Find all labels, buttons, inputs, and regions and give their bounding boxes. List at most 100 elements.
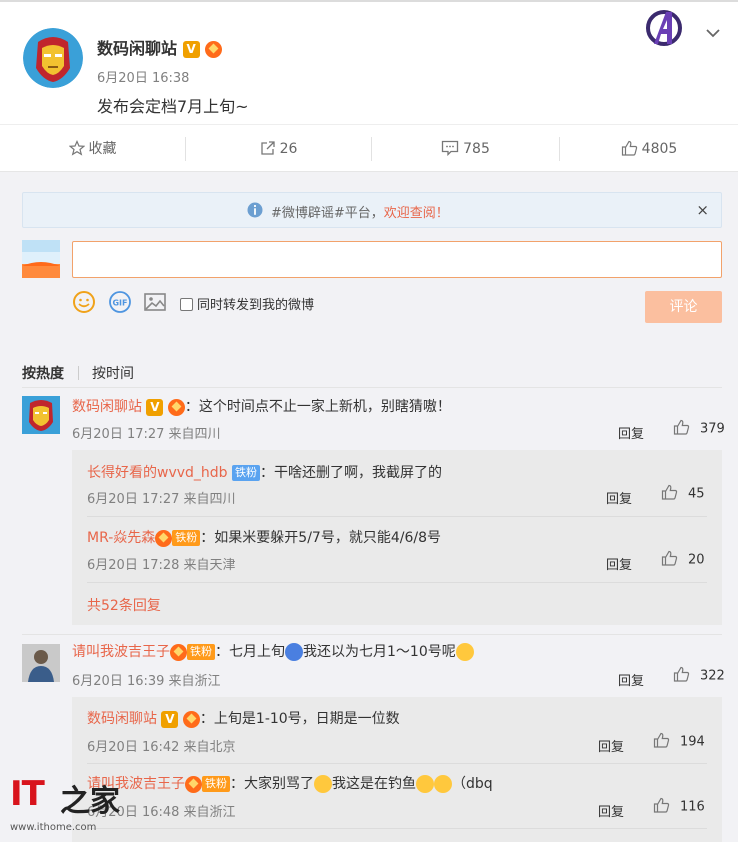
comment-author[interactable]: 数码闲聊站 [72,399,142,415]
comment-button[interactable]: 785 [372,125,559,173]
star-icon [68,140,85,156]
post-action-bar: 收藏 26 785 4805 [0,124,738,172]
reply-text: ：大家别骂了 [230,776,314,792]
info-icon [247,202,263,218]
close-icon[interactable]: × [696,201,709,219]
reply-meta: 6月20日 17:27 来自四川 [87,492,236,507]
reply-button[interactable]: 回复 [618,423,644,442]
thumbs-up-icon [673,666,690,682]
forward-checkbox[interactable]: 同时转发到我的微博 [180,294,314,313]
medal-icon [155,529,173,547]
reply-author[interactable]: 数码闲聊站 [87,711,157,727]
medal-icon [182,710,200,728]
ithome-url: www.ithome.com [10,822,97,833]
share-icon [260,141,275,155]
verified-badge: V [146,398,164,416]
post-time[interactable]: 6月20日 16:38 [97,67,189,86]
like-button[interactable]: 4805 [560,125,738,173]
doge-emoji-icon [416,775,434,793]
reply-button[interactable]: 回复 [598,736,624,755]
divider [87,582,707,583]
reply-like-button[interactable]: 20 [661,550,705,568]
iron-fan-badge: 铁粉 [202,776,230,792]
rumor-notice: #微博辟谣#平台，欢迎查阅！ × [22,192,722,228]
thumbs-up-icon [673,419,690,435]
favorite-button[interactable]: 收藏 [0,125,185,173]
reply-meta: 6月20日 16:42 来自北京 [87,740,236,755]
verified-badge: V [182,41,200,58]
forward-label: 同时转发到我的微博 [197,298,315,313]
comment-body: 请叫我波吉王子 铁粉 ：七月上旬 我还以为七月1～10号呢 [72,641,474,661]
reply-body: MR-焱先森 铁粉 ：如果米要躲开5/7号，就只能4/6/8号 [87,527,441,547]
verified-badge: V [161,710,179,728]
avengers-logo-icon [644,8,684,48]
comment-like-button[interactable]: 322 [673,666,725,684]
comment-meta: 6月20日 16:39 来自浙江 [72,674,221,689]
thumbs-up-icon [653,797,670,813]
post-text: 发布会定档7月上旬~ [97,97,249,116]
iron-fan-badge: 铁粉 [172,530,201,546]
reply-text-cont: 我这是在钓鱼 [332,776,416,792]
reply-button[interactable]: 回复 [618,670,644,689]
ithome-logo: IT [10,774,45,814]
checkbox-box[interactable] [180,298,193,311]
emoji-icon[interactable] [72,290,96,314]
reply-button[interactable]: 回复 [598,801,624,820]
comment-input[interactable] [72,241,722,278]
svg-text:GIF: GIF [112,299,127,308]
chevron-down-icon[interactable] [706,26,720,40]
medal-icon [170,643,187,661]
comment-icon [441,140,459,157]
comment-like-button[interactable]: 379 [673,419,725,437]
more-replies-link[interactable]: 共52条回复 [87,595,161,615]
sort-by-hot-tab[interactable]: 按热度 [22,363,64,383]
crying-emoji-icon [314,775,332,793]
divider [87,763,707,764]
crying-emoji-icon [455,643,474,661]
reply-box: 数码闲聊站 V ：上旬是1-10号，日期是一位数 6月20日 16:42 来自北… [72,697,722,842]
reply-like-button[interactable]: 45 [661,484,705,502]
divider [22,387,722,388]
divider [22,634,722,635]
repost-button[interactable]: 26 [186,125,371,173]
reply-button[interactable]: 回复 [606,488,632,507]
iron-fan-badge: 铁粉 [187,644,215,660]
divider [87,516,707,517]
my-avatar [22,240,60,278]
thumbs-up-icon [661,550,678,566]
reply-body: 请叫我波吉王子 铁粉 ：大家别骂了 我这是在钓鱼 （dbq [87,773,493,793]
reply-like-button[interactable]: 194 [653,732,705,750]
thumbs-up-icon [661,484,678,500]
author-avatar[interactable] [23,28,83,88]
comment-author[interactable]: 请叫我波吉王子 [72,644,170,660]
reply-body: 数码闲聊站 V ：上旬是1-10号，日期是一位数 [87,708,400,728]
sort-by-time-tab[interactable]: 按时间 [92,363,134,383]
reply-author[interactable]: MR-焱先森 [87,530,155,546]
top-divider [0,0,738,2]
ithome-logo-text: 之家 [60,784,120,819]
reply-text-tail: （dbq [452,776,493,792]
comment-text: ：这个时间点不止一家上新机，别瞎猜嗷！ [184,399,451,415]
reply-text: ：上旬是1-10号，日期是一位数 [199,711,400,727]
comment-text-cont: 我还以为七月1～10号呢 [303,644,456,660]
notice-link[interactable]: 欢迎查阅！ [384,206,449,221]
image-icon[interactable] [143,290,167,314]
thumbs-up-icon [653,732,670,748]
comment-text: ：七月上旬 [215,644,285,660]
thumbs-up-icon [621,140,637,156]
comment-avatar[interactable] [22,644,60,682]
gif-icon[interactable]: GIF [108,290,132,314]
reply-text: ：如果米要躲开5/7号，就只能4/6/8号 [200,530,441,546]
laughing-emoji-icon [285,643,303,661]
reply-button[interactable]: 回复 [606,554,632,573]
reply-text: ：干啥还删了啊，我截屏了的 [260,465,443,481]
iron-fan-badge: 铁粉 [232,465,261,481]
doge-emoji-icon [434,775,452,793]
reply-author[interactable]: 长得好看的wvvd_hdb [87,465,228,481]
reply-like-button[interactable]: 116 [653,797,705,815]
comment-avatar[interactable] [22,396,60,434]
medal-icon [205,41,223,58]
author-name[interactable]: 数码闲聊站 V [97,35,223,59]
reply-body: 长得好看的wvvd_hdb 铁粉 ：干啥还删了啊，我截屏了的 [87,462,442,482]
submit-comment-button[interactable]: 评论 [645,291,722,323]
